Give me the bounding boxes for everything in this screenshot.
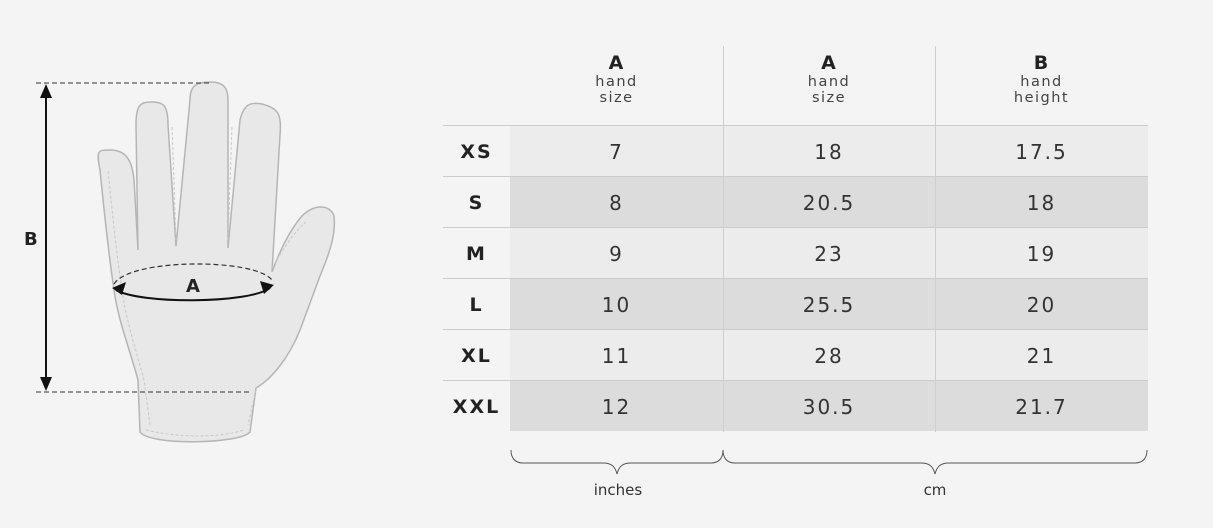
row-divider [443,380,1148,381]
cell-hand-size-inches: 8 [510,177,723,227]
header-line1: hand [1020,74,1063,90]
header-line2: height [1013,90,1070,106]
unit-label-cm: cm [923,481,947,499]
column-divider [935,46,936,432]
glove-illustration [97,81,336,443]
header-line2: size [811,90,847,106]
table-row-xl: XL 11 28 21 [443,330,1148,380]
unit-braces [510,449,1148,475]
cell-hand-height-cm: 17.5 [935,126,1148,176]
cell-hand-size-inches: 9 [510,228,723,278]
header-letter: A [608,52,625,74]
table-row-xs: XS 7 18 17.5 [443,126,1148,176]
glove-diagram: B A [24,81,336,443]
row-divider [443,227,1148,228]
size-label: L [443,279,510,329]
cell-hand-size-inches: 12 [510,381,723,431]
header-a-inches: A hand size [510,46,723,126]
unit-label-inches: inches [593,481,643,499]
header-letter: B [1033,52,1050,74]
table-row-m: M 9 23 19 [443,228,1148,278]
label-b: B [24,229,38,250]
cell-hand-height-cm: 21.7 [935,381,1148,431]
row-divider [443,176,1148,177]
size-label: M [443,228,510,278]
cell-hand-height-cm: 20 [935,279,1148,329]
row-divider [443,125,1148,126]
cell-hand-height-cm: 18 [935,177,1148,227]
cell-hand-height-cm: 19 [935,228,1148,278]
inches-brace [510,449,724,475]
column-divider [723,46,724,432]
cell-hand-size-cm: 23 [723,228,935,278]
cell-hand-size-inches: 10 [510,279,723,329]
size-label: XS [443,126,510,176]
size-label: XL [443,330,510,380]
b-arrow-up-icon [40,84,52,98]
cell-hand-size-cm: 20.5 [723,177,935,227]
cell-hand-size-cm: 30.5 [723,381,935,431]
header-line1: hand [807,74,851,90]
cm-brace [722,449,1148,475]
b-arrow-down-icon [40,377,52,391]
size-label: S [443,177,510,227]
header-letter: A [821,52,837,74]
size-label: XXL [443,381,510,431]
cell-hand-size-inches: 11 [510,330,723,380]
row-divider [443,278,1148,279]
row-divider [443,329,1148,330]
table-row-s: S 8 20.5 18 [443,177,1148,227]
cell-hand-height-cm: 21 [935,330,1148,380]
cell-hand-size-inches: 7 [510,126,723,176]
table-row-xxl: XXL 12 30.5 21.7 [443,381,1148,431]
header-a-cm: A hand size [723,46,935,126]
cell-hand-size-cm: 18 [723,126,935,176]
label-a: A [186,276,200,297]
header-line2: size [599,90,634,106]
table-row-l: L 10 25.5 20 [443,279,1148,329]
cell-hand-size-cm: 28 [723,330,935,380]
header-line1: hand [595,74,638,90]
header-b-cm: B hand height [935,46,1148,126]
cell-hand-size-cm: 25.5 [723,279,935,329]
